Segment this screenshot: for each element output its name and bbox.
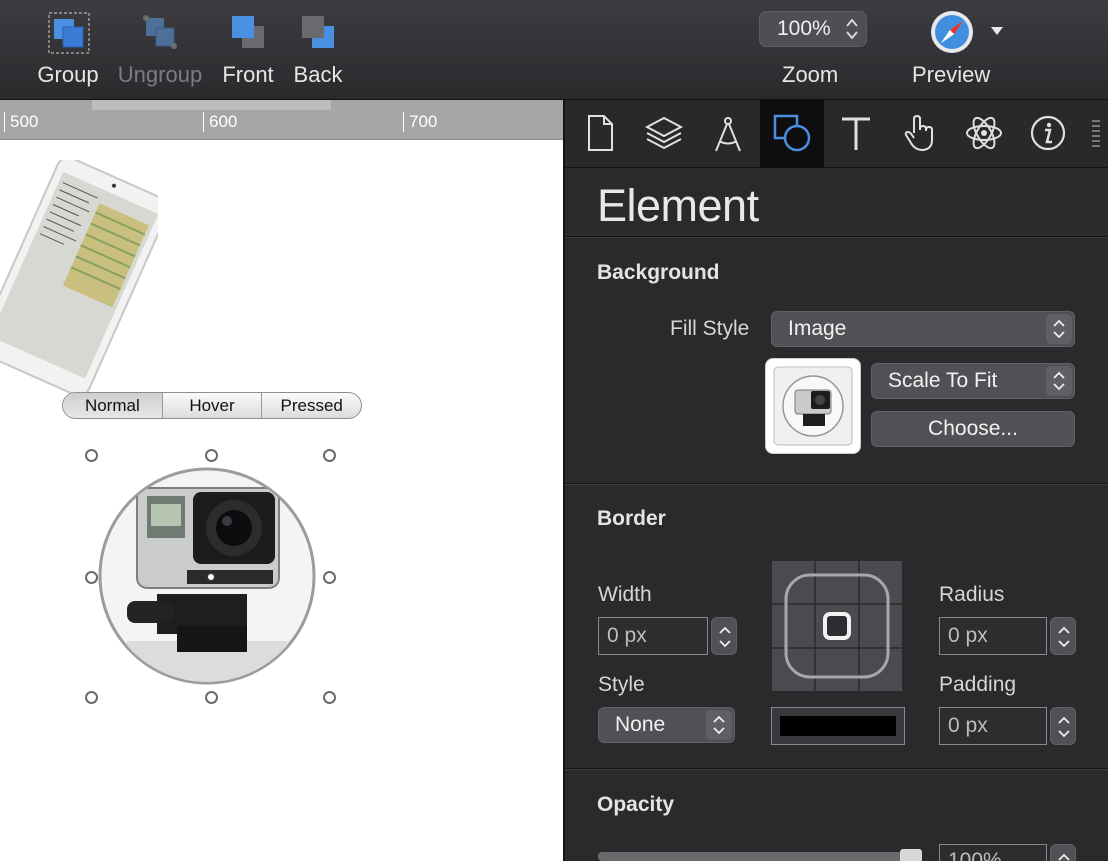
background-section-title: Background xyxy=(597,261,720,284)
resize-handle-bottom-right[interactable] xyxy=(323,691,336,704)
divider xyxy=(565,768,1108,770)
ungroup-button[interactable]: Ungroup xyxy=(112,6,208,96)
tab-effects[interactable] xyxy=(952,100,1016,168)
divider xyxy=(565,483,1108,485)
fill-style-select[interactable]: Image xyxy=(771,311,1075,347)
group-button[interactable]: Group xyxy=(20,6,116,96)
back-button[interactable]: Back xyxy=(270,6,366,96)
stepper-arrows-icon xyxy=(719,626,731,648)
text-icon xyxy=(842,117,870,150)
tab-element[interactable] xyxy=(760,100,824,168)
ipad-image[interactable] xyxy=(0,160,158,420)
fill-style-value: Image xyxy=(788,317,847,340)
resize-handle-right[interactable] xyxy=(323,571,336,584)
layers-icon xyxy=(644,116,684,150)
stepper-arrows-icon xyxy=(1058,716,1070,738)
zoom-select[interactable]: 100% xyxy=(759,11,867,47)
state-pressed-tab[interactable]: Pressed xyxy=(262,393,361,418)
ruler-tick-label: 600 xyxy=(203,112,237,132)
resize-handle-top-right[interactable] xyxy=(323,449,336,462)
choose-image-button[interactable]: Choose... xyxy=(871,411,1075,447)
radius-stepper[interactable] xyxy=(1050,617,1076,655)
border-color-well[interactable] xyxy=(771,707,905,745)
border-color-swatch xyxy=(780,716,896,736)
resize-handle-bottom[interactable] xyxy=(205,691,218,704)
toolbar: Group Ungroup Front Back 100% Zoom Previ… xyxy=(0,0,1108,100)
fill-style-label: Fill Style xyxy=(670,317,750,340)
send-back-icon xyxy=(302,16,334,48)
divider xyxy=(565,236,1108,238)
updown-arrows-icon xyxy=(1046,314,1072,344)
ungroup-icon xyxy=(143,15,177,49)
dropdown-arrow-icon xyxy=(991,27,1003,35)
bring-front-icon xyxy=(232,16,264,48)
compass-icon xyxy=(715,117,741,152)
border-width-label: Width xyxy=(598,583,652,606)
tab-overflow-grip[interactable] xyxy=(1092,120,1100,148)
design-canvas[interactable]: 500 600 700 Normal Hover Pressed xyxy=(0,100,563,861)
tab-layers[interactable] xyxy=(632,100,696,168)
tab-metrics[interactable] xyxy=(696,100,760,168)
border-section-title: Border xyxy=(597,507,666,530)
camera-element[interactable] xyxy=(97,466,317,686)
updown-arrows-icon xyxy=(1046,366,1072,396)
padding-input[interactable]: 0 px xyxy=(939,707,1047,745)
resize-handle-left[interactable] xyxy=(85,571,98,584)
updown-arrows-icon xyxy=(846,18,858,40)
resize-handle-top[interactable] xyxy=(205,449,218,462)
opacity-slider-knob[interactable] xyxy=(900,849,922,861)
border-width-input[interactable]: 0 px xyxy=(598,617,708,655)
border-style-label: Style xyxy=(598,673,645,696)
radius-label: Radius xyxy=(939,583,1005,606)
radius-input[interactable]: 0 px xyxy=(939,617,1047,655)
stepper-arrows-icon xyxy=(1058,853,1070,861)
safari-icon xyxy=(931,11,973,53)
hand-pointer-icon xyxy=(904,114,933,152)
ungroup-label: Ungroup xyxy=(117,62,203,87)
scale-mode-select[interactable]: Scale To Fit xyxy=(871,363,1075,399)
border-style-value: None xyxy=(615,713,666,736)
preview-button[interactable]: Preview xyxy=(900,6,1010,96)
document-icon xyxy=(588,115,613,151)
updown-arrows-icon xyxy=(706,710,732,740)
state-hover-tab[interactable]: Hover xyxy=(163,393,263,418)
ruler-tick-label: 500 xyxy=(4,112,38,132)
tab-info[interactable] xyxy=(1016,100,1080,168)
tab-text[interactable] xyxy=(824,100,888,168)
ruler-tick-label: 700 xyxy=(403,112,437,132)
padding-stepper[interactable] xyxy=(1050,707,1076,745)
info-icon xyxy=(1030,115,1066,151)
atom-icon xyxy=(966,116,1002,150)
tab-document[interactable] xyxy=(568,100,632,168)
state-normal-tab[interactable]: Normal xyxy=(63,393,163,418)
resize-handle-top-left[interactable] xyxy=(85,449,98,462)
zoom-value: 100% xyxy=(777,17,831,40)
border-side-selector[interactable] xyxy=(772,561,902,691)
border-width-stepper[interactable] xyxy=(711,617,737,655)
preview-label: Preview xyxy=(912,62,991,87)
back-label: Back xyxy=(293,62,343,87)
element-icon xyxy=(773,114,811,152)
camera-thumbnail xyxy=(773,366,853,446)
opacity-slider[interactable] xyxy=(598,849,922,861)
zoom-label: Zoom xyxy=(782,62,839,87)
inspector-title: Element xyxy=(597,180,759,231)
state-segmented-control: Normal Hover Pressed xyxy=(62,392,362,419)
tab-interaction[interactable] xyxy=(888,100,952,168)
stepper-arrows-icon xyxy=(1058,626,1070,648)
opacity-input[interactable]: 100% xyxy=(939,844,1047,861)
opacity-stepper[interactable] xyxy=(1050,844,1076,861)
padding-label: Padding xyxy=(939,673,1017,696)
horizontal-ruler[interactable]: 500 600 700 xyxy=(0,100,563,140)
opacity-section-title: Opacity xyxy=(597,793,675,816)
inspector-tab-bar xyxy=(565,100,1108,168)
group-icon xyxy=(48,12,90,54)
ruler-selection-highlight xyxy=(92,100,331,110)
group-label: Group xyxy=(37,62,99,87)
scale-mode-value: Scale To Fit xyxy=(888,369,998,392)
inspector-panel: Element Background Fill Style Image Scal… xyxy=(563,100,1108,861)
image-well[interactable] xyxy=(765,358,861,454)
border-style-select[interactable]: None xyxy=(598,707,735,743)
resize-handle-bottom-left[interactable] xyxy=(85,691,98,704)
